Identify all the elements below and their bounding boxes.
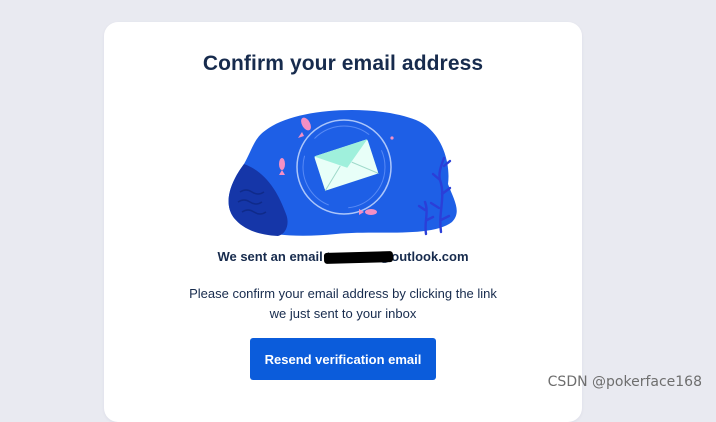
sent-email-domain: outlook.com xyxy=(391,249,469,264)
message-line-1: Please confirm your email address by cli… xyxy=(189,286,497,301)
watermark: CSDN @pokerface168 xyxy=(547,374,702,390)
message-line-2: we just sent to your inbox xyxy=(269,306,417,321)
sent-email-prefix: We sent an email xyxy=(217,249,327,264)
confirmation-message: Please confirm your email address by cli… xyxy=(104,284,582,324)
redaction-scribble xyxy=(324,251,394,264)
redacted-email: to ••••••••@ xyxy=(324,249,394,264)
email-illustration xyxy=(228,109,457,236)
confirm-email-card: Confirm your email address We sent an em… xyxy=(104,22,582,422)
resend-verification-button[interactable]: Resend verification email xyxy=(250,338,436,380)
page-title: Confirm your email address xyxy=(202,52,484,75)
sent-email-line: We sent an email to ••••••••@outlook.com xyxy=(104,249,582,264)
